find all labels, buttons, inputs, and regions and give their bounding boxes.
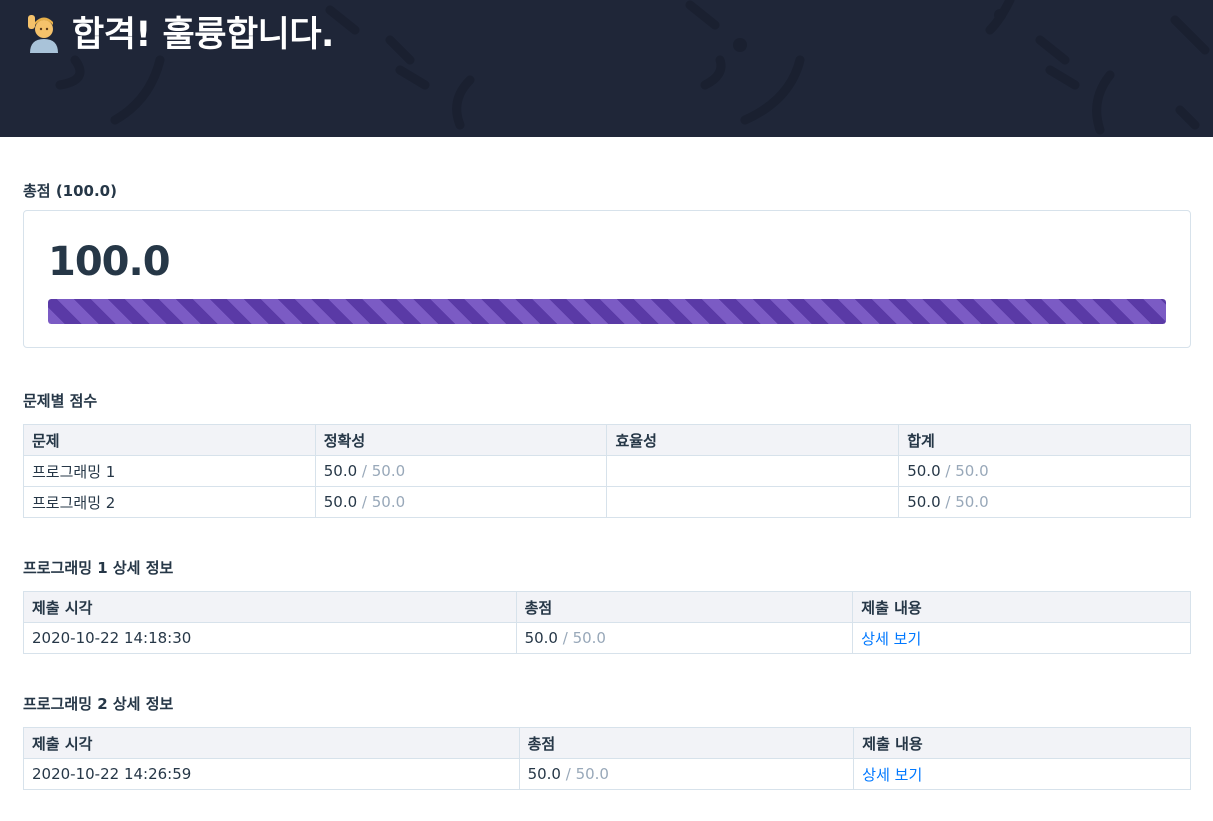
view-detail-link[interactable]: 상세 보기 bbox=[861, 630, 921, 648]
score-max: / 50.0 bbox=[560, 765, 609, 783]
column-header-submit-time: 제출 시각 bbox=[23, 727, 520, 759]
column-header-total: 총점 bbox=[518, 727, 855, 759]
score-value: 50.0 bbox=[524, 629, 558, 647]
total-score-label: 총점 (100.0) bbox=[23, 182, 117, 200]
problem-scores-table: 문제 정확성 효율성 합계 프로그래밍 1 50.0 / 50.0 50.0 /… bbox=[23, 424, 1191, 518]
view-detail-link[interactable]: 상세 보기 bbox=[862, 766, 922, 784]
accuracy-max: / 50.0 bbox=[357, 462, 406, 480]
column-header-total: 총점 bbox=[515, 591, 854, 623]
column-header-sum: 합계 bbox=[898, 424, 1191, 456]
accuracy-score: 50.0 bbox=[323, 493, 358, 511]
column-header-problem: 문제 bbox=[23, 424, 316, 456]
score-cell: 50.0 / 50.0 bbox=[518, 758, 855, 790]
score-value: 50.0 bbox=[527, 765, 561, 783]
problem-name: 프로그래밍 2 bbox=[23, 486, 316, 518]
problem-name: 프로그래밍 1 bbox=[23, 455, 316, 487]
problem-scores-section: 문제별 점수 문제 정확성 효율성 합계 프로그래밍 1 50.0 / 50.0… bbox=[23, 390, 1191, 518]
sum-max: / 50.0 bbox=[940, 462, 989, 480]
problem-2-detail-title: 프로그래밍 2 상세 정보 bbox=[23, 695, 174, 713]
score-progress-fill bbox=[48, 299, 1166, 324]
total-score-card: 100.0 bbox=[23, 210, 1191, 348]
table-row: 프로그래밍 2 50.0 / 50.0 50.0 / 50.0 bbox=[23, 486, 1191, 518]
person-raising-hand-icon bbox=[28, 14, 58, 53]
page-title: 합격! 훌륭합니다. bbox=[24, 6, 334, 57]
score-max: / 50.0 bbox=[557, 629, 606, 647]
score-cell: 50.0 / 50.0 bbox=[515, 622, 854, 654]
table-row: 프로그래밍 1 50.0 / 50.0 50.0 / 50.0 bbox=[23, 455, 1191, 487]
sum-cell: 50.0 / 50.0 bbox=[898, 455, 1191, 487]
content-cell: 상세 보기 bbox=[853, 758, 1191, 790]
problem-2-detail-table: 제출 시각 총점 제출 내용 2020-10-22 14:26:59 50.0 … bbox=[23, 727, 1191, 790]
table-row: 2020-10-22 14:18:30 50.0 / 50.0 상세 보기 bbox=[23, 622, 1191, 654]
efficiency-cell bbox=[606, 486, 900, 518]
submit-time: 2020-10-22 14:18:30 bbox=[23, 622, 517, 654]
table-row: 2020-10-22 14:26:59 50.0 / 50.0 상세 보기 bbox=[23, 758, 1191, 790]
accuracy-cell: 50.0 / 50.0 bbox=[314, 486, 608, 518]
problem-1-detail-title: 프로그래밍 1 상세 정보 bbox=[23, 559, 174, 577]
table-header-row: 제출 시각 총점 제출 내용 bbox=[23, 727, 1191, 759]
result-header: 합격! 훌륭합니다. bbox=[0, 0, 1213, 137]
sum-max: / 50.0 bbox=[940, 493, 989, 511]
problem-1-detail-table: 제출 시각 총점 제출 내용 2020-10-22 14:18:30 50.0 … bbox=[23, 591, 1191, 654]
problem-2-detail-section: 프로그래밍 2 상세 정보 제출 시각 총점 제출 내용 2020-10-22 … bbox=[23, 693, 1191, 790]
sum-score: 50.0 bbox=[907, 493, 941, 511]
content-cell: 상세 보기 bbox=[852, 622, 1191, 654]
score-progress-bar bbox=[48, 299, 1166, 324]
table-header-row: 문제 정확성 효율성 합계 bbox=[23, 424, 1191, 456]
sum-cell: 50.0 / 50.0 bbox=[898, 486, 1191, 518]
accuracy-cell: 50.0 / 50.0 bbox=[314, 455, 608, 487]
table-header-row: 제출 시각 총점 제출 내용 bbox=[23, 591, 1191, 623]
column-header-content: 제출 내용 bbox=[852, 591, 1191, 623]
column-header-content: 제출 내용 bbox=[853, 727, 1191, 759]
problem-scores-title: 문제별 점수 bbox=[23, 392, 98, 410]
column-header-submit-time: 제출 시각 bbox=[23, 591, 517, 623]
column-header-accuracy: 정확성 bbox=[314, 424, 608, 456]
header-title-text: 합격! 훌륭합니다. bbox=[72, 15, 334, 55]
accuracy-max: / 50.0 bbox=[357, 493, 406, 511]
efficiency-cell bbox=[606, 455, 900, 487]
submit-time: 2020-10-22 14:26:59 bbox=[23, 758, 520, 790]
accuracy-score: 50.0 bbox=[323, 462, 358, 480]
column-header-efficiency: 효율성 bbox=[606, 424, 900, 456]
total-score-value: 100.0 bbox=[48, 239, 171, 285]
sum-score: 50.0 bbox=[907, 462, 941, 480]
problem-1-detail-section: 프로그래밍 1 상세 정보 제출 시각 총점 제출 내용 2020-10-22 … bbox=[23, 557, 1191, 654]
